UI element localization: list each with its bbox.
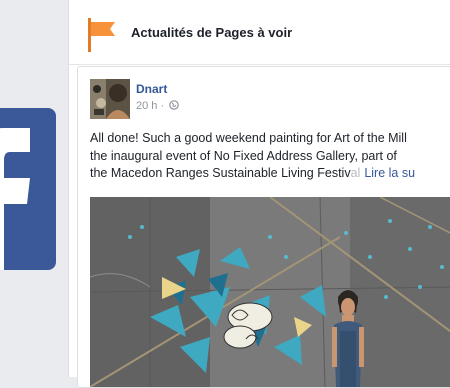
post-text-line-content: the Macedon Ranges Sustainable Living Fe… (90, 166, 351, 180)
post-text-line: the inaugural event of No Fixed Address … (90, 148, 397, 163)
post-text: All done! Such a good weekend painting f… (90, 130, 450, 183)
post-text-line: All done! Such a good weekend painting f… (90, 131, 407, 145)
globe-icon (169, 100, 180, 110)
pages-feed-panel: Actualités de Pages à voir Dnart 20 h · (68, 0, 450, 388)
post-text-fade: al (350, 166, 361, 180)
facebook-logo[interactable] (0, 108, 56, 270)
flag-icon (88, 18, 115, 52)
post-image[interactable] (90, 197, 450, 387)
panel-title: Actualités de Pages à voir (131, 25, 293, 40)
panel-header: Actualités de Pages à voir (69, 0, 450, 65)
avatar-image (90, 79, 130, 119)
post-text-line: the Macedon Ranges Sustainable Living Fe… (90, 165, 450, 183)
post-time[interactable]: 20 h (136, 100, 157, 112)
meta-separator: · (160, 100, 165, 112)
mural-photo (90, 197, 450, 387)
facebook-f-icon (0, 128, 30, 270)
see-more-link[interactable]: Lire la su (364, 166, 415, 180)
post-meta: 20 h · (136, 100, 180, 112)
author-name[interactable]: Dnart (136, 82, 167, 96)
post-card: Dnart 20 h · All done! Such a good weeke… (77, 66, 450, 388)
avatar[interactable] (90, 79, 130, 119)
